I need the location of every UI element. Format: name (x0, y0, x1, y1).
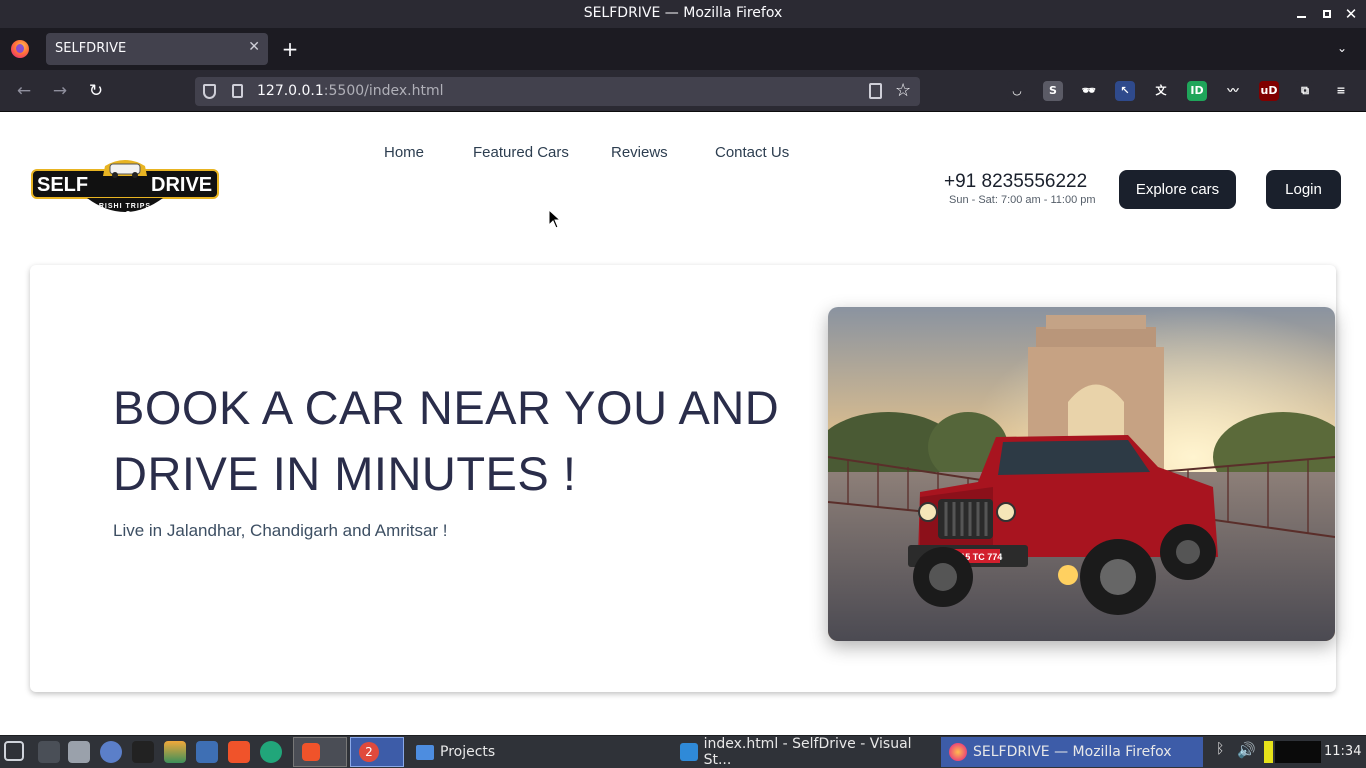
hero-image: MH 15 TC 774 (828, 307, 1335, 641)
logo-tagline: RISHI TRIPS (99, 203, 151, 210)
battery-icon[interactable] (1264, 741, 1273, 763)
logo-text-drive: DRIVE (151, 174, 212, 196)
nav-link-contact-us[interactable]: Contact Us (715, 144, 789, 161)
taskbar-vscode-window[interactable]: index.html - SelfDrive - Visual St... (672, 736, 938, 768)
tab-close-icon[interactable]: ✕ (248, 39, 260, 55)
home-folder-icon[interactable] (196, 741, 218, 763)
browser-tab-selfdrive[interactable]: SELFDRIVE ✕ (46, 33, 268, 65)
terminal-icon[interactable] (132, 741, 154, 763)
hero-section: BOOK A CAR NEAR YOU AND DRIVE IN MINUTES… (30, 265, 1336, 692)
badge-count-icon: 2 (359, 742, 379, 762)
forward-button[interactable]: → (49, 80, 71, 102)
hero-subtitle: Live in Jalandhar, Chandigarh and Amrits… (113, 521, 448, 540)
contact-phone: +91 8235556222 (944, 171, 1088, 192)
file-manager-icon[interactable] (68, 741, 90, 763)
minimize-icon (1296, 16, 1306, 18)
show-desktop-icon[interactable] (38, 741, 60, 763)
taskbar-brave-window[interactable] (293, 737, 347, 767)
taskbar-vscode-label: index.html - SelfDrive - Visual St... (703, 736, 912, 768)
new-tab-button[interactable]: + (280, 38, 300, 60)
minimize-button[interactable] (1291, 4, 1311, 24)
hero-headline: BOOK A CAR NEAR YOU AND DRIVE IN MINUTES… (113, 381, 780, 500)
tab-title: SELFDRIVE (55, 41, 127, 56)
extensions-puzzle-icon[interactable]: ⧉ (1295, 81, 1315, 101)
close-window-button[interactable]: ✕ (1341, 4, 1361, 24)
nav-link-reviews[interactable]: Reviews (611, 144, 668, 161)
url-text[interactable]: 127.0.0.1:5500/index.html (257, 83, 444, 99)
window-titlebar: SELFDRIVE — Mozilla Firefox ✕ (0, 0, 1366, 28)
system-monitor-graph-icon (1275, 741, 1321, 763)
page-info-icon[interactable] (232, 84, 243, 98)
taskbar-projects-window[interactable]: Projects (408, 737, 658, 767)
layers-app-icon[interactable] (164, 741, 186, 763)
taskbar-badge-window[interactable]: 2 (350, 737, 404, 767)
mouse-cursor-icon (548, 209, 562, 229)
url-bar[interactable]: 127.0.0.1:5500/index.html ☆ (195, 77, 920, 106)
chatgpt-icon[interactable] (260, 741, 282, 763)
pocket-icon[interactable]: ◡ (1007, 81, 1027, 101)
nav-link-featured-cars[interactable]: Featured Cars (473, 144, 569, 161)
pen-extension-icon[interactable]: 〰 (1223, 81, 1243, 101)
logo-text-self: SELF (37, 174, 88, 196)
maximize-button[interactable] (1317, 4, 1337, 24)
app-menu-icon[interactable] (4, 741, 24, 761)
taskbar-projects-label: Projects (440, 744, 496, 760)
selfdrive-logo[interactable]: SELF DRIVE RISHI TRIPS (31, 156, 219, 228)
reader-view-icon[interactable] (869, 83, 882, 99)
bluetooth-icon[interactable]: ᛒ (1216, 741, 1230, 763)
firefox-icon (949, 743, 967, 761)
window-title: SELFDRIVE — Mozilla Firefox (583, 5, 783, 21)
volume-icon[interactable]: 🔊 (1237, 741, 1256, 763)
taskbar-firefox-window[interactable]: SELFDRIVE — Mozilla Firefox (941, 737, 1203, 767)
vscode-icon (680, 743, 698, 761)
thar-india-gate-photo: MH 15 TC 774 (828, 307, 1335, 641)
green-extension-icon[interactable]: ID (1187, 81, 1207, 101)
brave-browser-icon[interactable] (228, 741, 250, 763)
incognito-extension-icon[interactable]: 🕶 (1079, 81, 1099, 101)
taskbar-clock[interactable]: 11:34 (1324, 744, 1361, 759)
hamburger-menu-icon[interactable]: ≡ (1331, 81, 1351, 101)
taskbar-firefox-label: SELFDRIVE — Mozilla Firefox (973, 744, 1172, 760)
s-extension-icon[interactable]: S (1043, 81, 1063, 101)
translate-extension-icon[interactable]: 文 (1151, 81, 1171, 101)
login-button[interactable]: Login (1266, 170, 1341, 209)
browser-launcher-icon[interactable] (100, 741, 122, 763)
explore-cars-button[interactable]: Explore cars (1119, 170, 1236, 209)
cursor-extension-icon[interactable]: ↖ (1115, 81, 1135, 101)
web-page: SELF DRIVE RISHI TRIPS Home Featured Car… (0, 112, 1366, 735)
reload-button[interactable]: ↻ (85, 80, 107, 102)
brave-icon (302, 743, 320, 761)
tracking-protection-shield-icon[interactable] (203, 84, 216, 99)
url-path: :5500/index.html (323, 83, 444, 99)
back-button[interactable]: ← (13, 80, 35, 102)
list-all-tabs-chevron-icon[interactable]: ⌄ (1337, 41, 1347, 55)
maximize-icon (1323, 10, 1331, 18)
close-icon: ✕ (1344, 5, 1358, 23)
opening-hours: Sun - Sat: 7:00 am - 11:00 pm (949, 194, 1096, 206)
folder-icon (416, 744, 434, 760)
ublock-icon[interactable]: uD (1259, 81, 1279, 101)
nav-link-home[interactable]: Home (384, 144, 424, 161)
firefox-menu-icon[interactable] (11, 40, 29, 58)
url-host: 127.0.0.1 (257, 83, 324, 99)
bookmark-star-icon[interactable]: ☆ (895, 80, 911, 101)
